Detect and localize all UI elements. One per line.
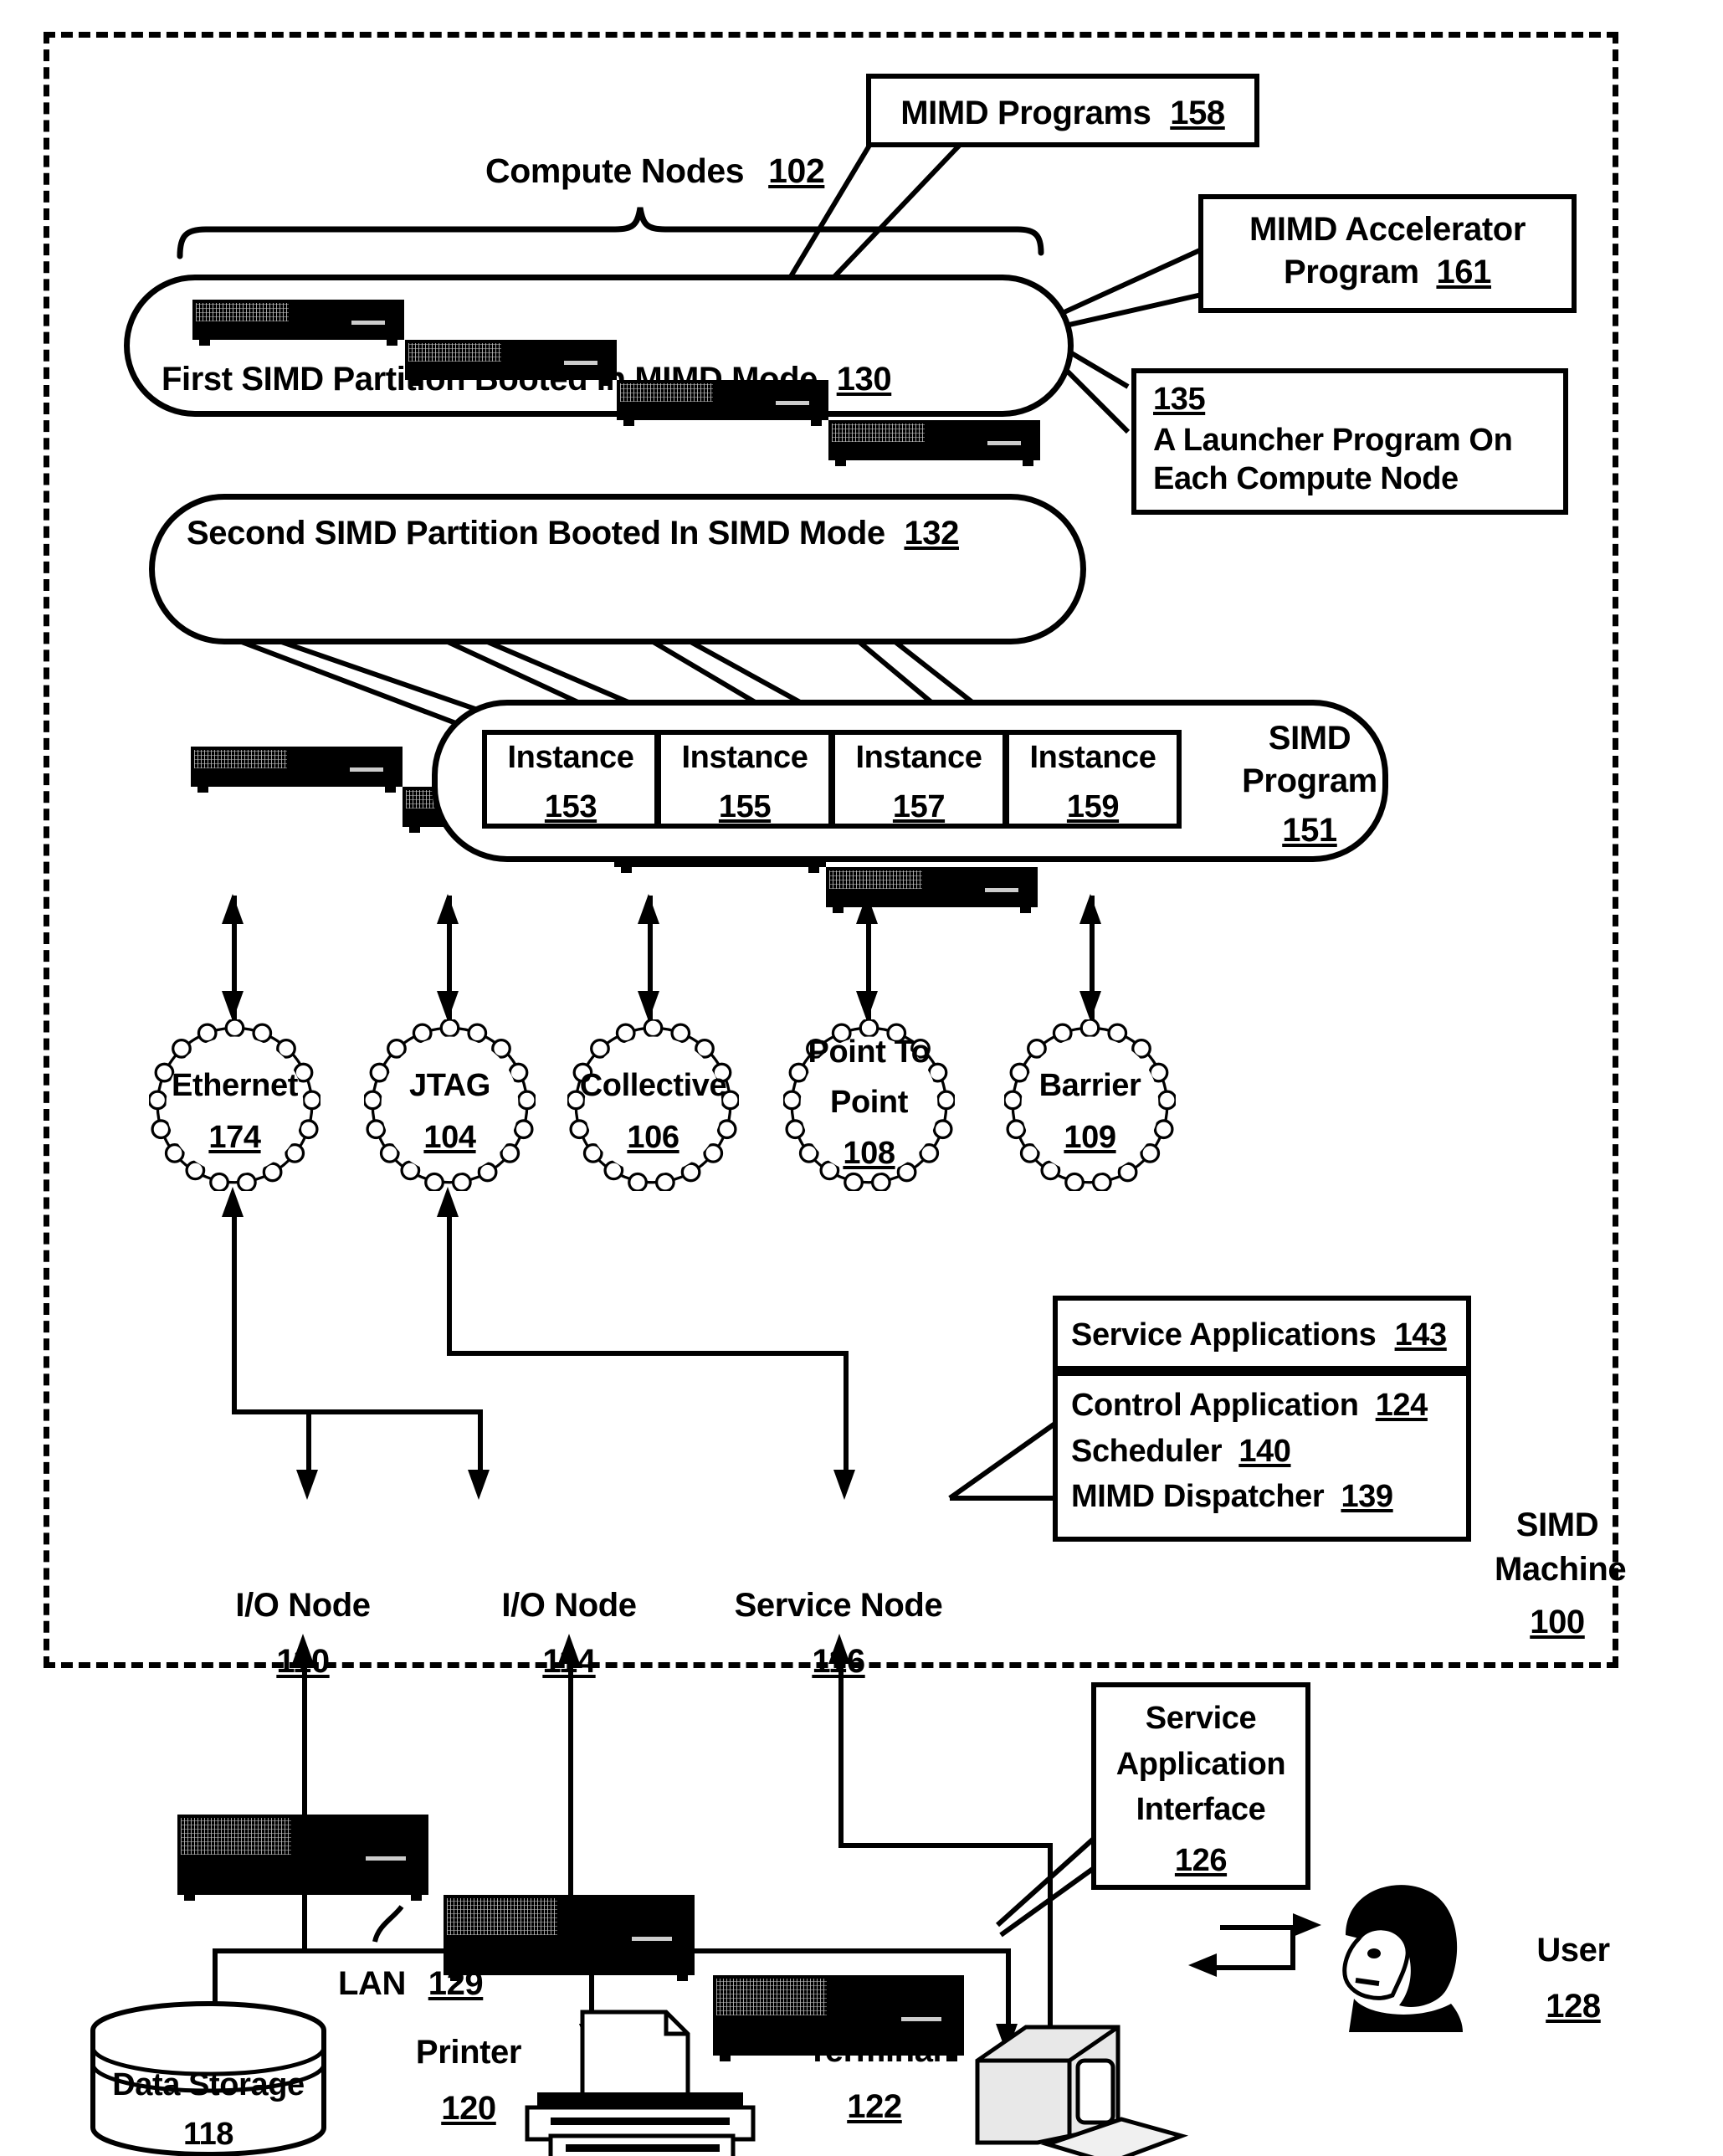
jtag-uplink-arrow [437, 1187, 459, 1217]
lan-riser-110 [302, 1662, 307, 1952]
simd-machine-label: SIMD Machine 100 [1495, 1507, 1627, 1640]
net-arrow-up [638, 894, 659, 924]
scheduler-row: Scheduler 140 [1071, 1433, 1291, 1469]
cloud-label: Ethernet 174 [172, 1068, 298, 1155]
user-in-shaft-h [1215, 1965, 1295, 1970]
service-application-interface-box: Service Application Interface 126 [1091, 1682, 1310, 1890]
data-storage-label: Data Storage 118 [112, 2067, 305, 2152]
network-cloud-jtag: JTAG 104 [364, 1019, 536, 1191]
second-simd-partition: Second SIMD Partition Booted In SIMD Mod… [149, 494, 1086, 644]
server-icon [828, 420, 1040, 466]
terminal-label: Terminal 122 [807, 2032, 942, 2125]
net-arrow-up [437, 894, 459, 924]
mimd-accelerator-callout: MIMD Accelerator Program 161 [1198, 194, 1577, 313]
ethernet-drop-arrow-1 [296, 1470, 318, 1500]
simd-program-label: SIMD Program 151 [1242, 720, 1377, 849]
user-label: User 128 [1536, 1932, 1610, 2025]
server-icon [191, 747, 403, 793]
net-arrow-up [856, 894, 878, 924]
lan-bus [213, 1948, 1011, 1953]
net-arrow-down [1079, 991, 1101, 1021]
lan-riser-114 [568, 1662, 573, 1952]
network-cloud-collective: Collective 106 [567, 1019, 739, 1191]
instance-box: Instance 157 [830, 730, 1008, 829]
instance-box: Instance 155 [656, 730, 833, 829]
lan-uplink-arrow-110 [292, 1634, 314, 1664]
net-arrow-down [437, 991, 459, 1021]
ethernet-uplink-shaft [232, 1214, 237, 1414]
network-cloud-point-to-point: Point To Point 108 [783, 1019, 955, 1191]
jtag-bus [447, 1351, 849, 1356]
printer-icon [502, 2009, 770, 2156]
ethernet-bus [232, 1409, 483, 1414]
control-application-row: Control Application 124 [1071, 1388, 1428, 1423]
figure-canvas: Compute Nodes 102 MIMD Programs 158 MIMD… [0, 0, 1723, 2156]
cloud-label: Point To Point 108 [808, 1034, 931, 1172]
server-icon [192, 300, 404, 346]
jtag-drop [844, 1351, 849, 1481]
user-icon [1304, 1873, 1488, 2041]
service-applications-header-box: Service Applications 143 [1053, 1296, 1471, 1371]
net-arrow-up [1079, 894, 1101, 924]
cloud-label: JTAG 104 [409, 1068, 490, 1155]
cloud-label: Barrier 109 [1038, 1068, 1141, 1155]
lan-uplink-arrow-116 [828, 1634, 850, 1664]
instance-box: Instance 159 [1004, 730, 1182, 829]
terminal-icon [954, 2009, 1205, 2156]
network-cloud-ethernet: Ethernet 174 [149, 1019, 320, 1191]
cloud-label: Collective 106 [579, 1068, 727, 1155]
lan-riser-116 [838, 1662, 844, 1848]
arrow-from-user [1188, 1953, 1217, 1977]
compute-nodes-label: Compute Nodes 102 [485, 151, 825, 190]
launcher-program-callout: 135 A Launcher Program On Each Compute N… [1131, 368, 1568, 515]
net-arrow-down [222, 991, 244, 1021]
net-arrow-up [222, 894, 244, 924]
server-icon [405, 340, 617, 386]
jtag-drop-arrow [833, 1470, 855, 1500]
lan-uplink-arrow-114 [558, 1634, 580, 1664]
ethernet-uplink-arrow [222, 1187, 244, 1217]
net-arrow-down [638, 991, 659, 1021]
lan-service-branch [838, 1843, 1053, 1848]
service-applications-body-box: Control Application 124 Scheduler 140 MI… [1053, 1371, 1471, 1542]
net-arrow-down [856, 991, 878, 1021]
ethernet-drop-arrow-2 [468, 1470, 490, 1500]
user-out-shaft-h [1220, 1925, 1295, 1930]
server-icon [617, 380, 828, 426]
network-cloud-barrier: Barrier 109 [1004, 1019, 1176, 1191]
mimd-dispatcher-row: MIMD Dispatcher 139 [1071, 1479, 1393, 1515]
mimd-programs-callout: MIMD Programs 158 [866, 74, 1259, 147]
second-partition-label: Second SIMD Partition Booted In SIMD Mod… [187, 515, 959, 552]
instance-box: Instance 153 [482, 730, 659, 829]
lan-label: LAN 129 [338, 1965, 484, 2002]
jtag-uplink-shaft [447, 1214, 452, 1356]
